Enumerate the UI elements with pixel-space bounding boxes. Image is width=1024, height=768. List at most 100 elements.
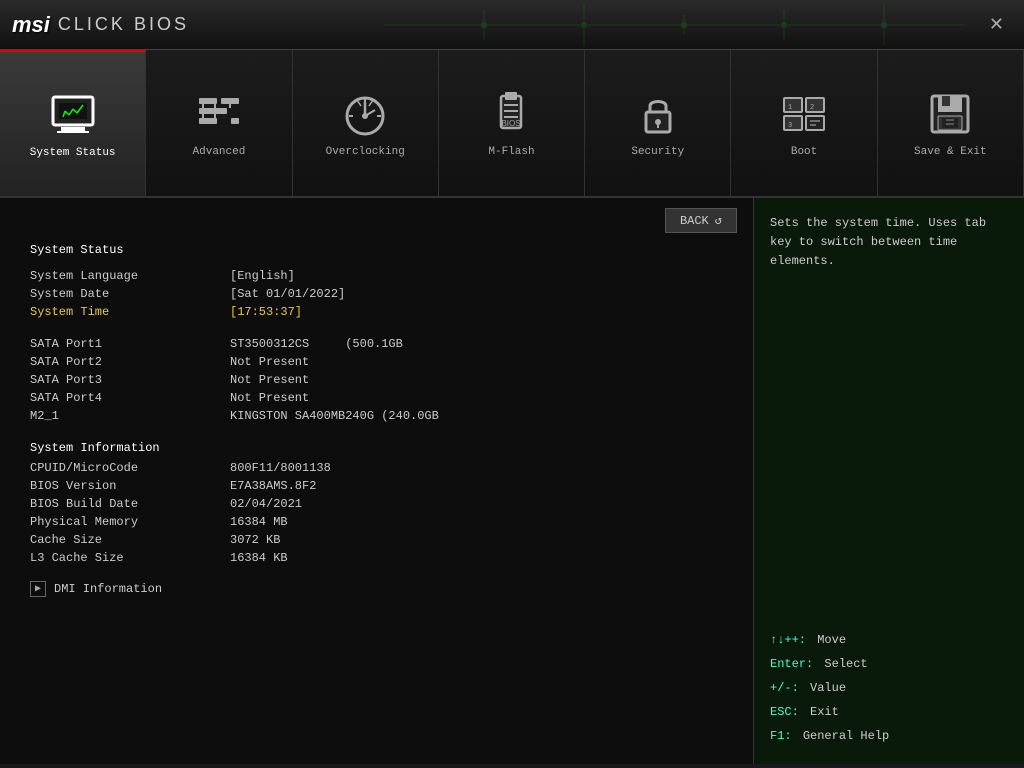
back-button[interactable]: BACK ↺ xyxy=(665,208,737,233)
l3-cache-row: L3 Cache Size 16384 KB xyxy=(30,551,723,565)
sata-port4-row: SATA Port4 Not Present xyxy=(30,391,723,405)
key-value-key: +/-: xyxy=(770,676,799,700)
tab-mflash-label: M-Flash xyxy=(488,146,534,158)
key-hint-enter: Enter: Select xyxy=(770,652,1008,676)
key-enter-action: Select xyxy=(817,652,867,676)
section-title: System Status xyxy=(30,243,723,257)
back-arrow-icon: ↺ xyxy=(715,213,722,228)
titlebar-logo: msi CLICK BIOS xyxy=(12,12,189,38)
physical-memory-row: Physical Memory 16384 MB xyxy=(30,515,723,529)
security-icon xyxy=(632,88,684,140)
key-f1-action: General Help xyxy=(796,724,890,748)
sata-port4-label: SATA Port4 xyxy=(30,391,230,405)
system-language-value: [English] xyxy=(230,269,295,283)
navigation: System Status Advanced xyxy=(0,50,1024,198)
tab-save-exit[interactable]: Save & Exit xyxy=(878,50,1024,196)
sata-port2-row: SATA Port2 Not Present xyxy=(30,355,723,369)
tab-security[interactable]: Security xyxy=(585,50,731,196)
cpuid-label: CPUID/MicroCode xyxy=(30,461,230,475)
m2-1-value: KINGSTON SA400MB240G (240.0GB xyxy=(230,409,439,423)
sata-port3-row: SATA Port3 Not Present xyxy=(30,373,723,387)
key-value-action: Value xyxy=(803,676,846,700)
sata-port2-value: Not Present xyxy=(230,355,309,369)
system-time-row[interactable]: System Time [17:53:37] xyxy=(30,305,723,319)
system-info-title: System Information xyxy=(30,441,723,455)
tab-advanced[interactable]: Advanced xyxy=(146,50,292,196)
sata-port4-value: Not Present xyxy=(230,391,309,405)
right-panel: Sets the system time. Uses tab key to sw… xyxy=(754,198,1024,764)
system-date-value: [Sat 01/01/2022] xyxy=(230,287,345,301)
system-language-row: System Language [English] xyxy=(30,269,723,283)
bios-version-row: BIOS Version E7A38AMS.8F2 xyxy=(30,479,723,493)
physical-memory-label: Physical Memory xyxy=(30,515,230,529)
svg-text:BIOS: BIOS xyxy=(502,119,521,128)
key-esc-key: ESC: xyxy=(770,700,799,724)
mflash-icon: BIOS xyxy=(485,88,537,140)
system-date-label: System Date xyxy=(30,287,230,301)
key-hint-move: ↑↓++: Move xyxy=(770,628,1008,652)
dmi-row[interactable]: ▶ DMI Information xyxy=(30,581,723,597)
l3-cache-value: 16384 KB xyxy=(230,551,288,565)
cache-size-label: Cache Size xyxy=(30,533,230,547)
tab-system-status-label: System Status xyxy=(30,147,116,159)
system-status-content: System Status System Language [English] … xyxy=(0,243,753,607)
key-hint-f1: F1: General Help xyxy=(770,724,1008,748)
key-hint-esc: ESC: Exit xyxy=(770,700,1008,724)
svg-text:2: 2 xyxy=(810,104,814,112)
system-time-label: System Time xyxy=(30,305,230,319)
system-date-row: System Date [Sat 01/01/2022] xyxy=(30,287,723,301)
close-button[interactable]: ✕ xyxy=(981,10,1012,39)
tab-security-label: Security xyxy=(631,146,684,158)
dmi-arrow-icon: ▶ xyxy=(30,581,46,597)
l3-cache-label: L3 Cache Size xyxy=(30,551,230,565)
save-exit-icon xyxy=(924,88,976,140)
key-move-key: ↑↓++: xyxy=(770,628,806,652)
back-label: BACK xyxy=(680,214,709,228)
system-language-label: System Language xyxy=(30,269,230,283)
tab-save-exit-label: Save & Exit xyxy=(914,146,987,158)
system-time-value[interactable]: [17:53:37] xyxy=(230,305,302,319)
main-area: BACK ↺ System Status System Language [En… xyxy=(0,198,1024,764)
key-f1-key: F1: xyxy=(770,724,792,748)
key-move-action: Move xyxy=(810,628,846,652)
key-enter-key: Enter: xyxy=(770,652,813,676)
tab-boot-label: Boot xyxy=(791,146,817,158)
bios-date-label: BIOS Build Date xyxy=(30,497,230,511)
svg-text:3: 3 xyxy=(788,122,792,130)
m2-1-label: M2_1 xyxy=(30,409,230,423)
help-text: Sets the system time. Uses tab key to sw… xyxy=(770,214,1008,272)
tab-system-status[interactable]: System Status xyxy=(0,50,146,196)
sata-port1-label: SATA Port1 xyxy=(30,337,230,351)
bios-date-value: 02/04/2021 xyxy=(230,497,302,511)
key-hints: ↑↓++: Move Enter: Select +/-: Value ESC:… xyxy=(770,628,1008,748)
back-bar: BACK ↺ xyxy=(0,198,753,243)
cache-size-value: 3072 KB xyxy=(230,533,280,547)
advanced-icon xyxy=(193,88,245,140)
tab-mflash[interactable]: BIOS M-Flash xyxy=(439,50,585,196)
msi-logo: msi xyxy=(12,12,50,38)
click-bios-text: CLICK BIOS xyxy=(58,14,189,35)
tab-overclocking[interactable]: Overclocking xyxy=(293,50,439,196)
monitor-icon xyxy=(47,89,99,141)
titlebar: msi CLICK BIOS ✕ xyxy=(0,0,1024,50)
circuit-decoration xyxy=(384,0,984,50)
sata-port3-label: SATA Port3 xyxy=(30,373,230,387)
physical-memory-value: 16384 MB xyxy=(230,515,288,529)
cache-size-row: Cache Size 3072 KB xyxy=(30,533,723,547)
bios-date-row: BIOS Build Date 02/04/2021 xyxy=(30,497,723,511)
sata-port1-row: SATA Port1 ST3500312CS (500.1GB xyxy=(30,337,723,351)
cpuid-row: CPUID/MicroCode 800F11/8001138 xyxy=(30,461,723,475)
dmi-label: DMI Information xyxy=(54,582,162,596)
bios-version-value: E7A38AMS.8F2 xyxy=(230,479,316,493)
tab-boot[interactable]: 1 2 3 Boot xyxy=(731,50,877,196)
overclocking-icon xyxy=(339,88,391,140)
tab-advanced-label: Advanced xyxy=(193,146,246,158)
sata-port3-value: Not Present xyxy=(230,373,309,387)
key-esc-action: Exit xyxy=(803,700,839,724)
svg-text:1: 1 xyxy=(788,104,792,112)
key-hint-value: +/-: Value xyxy=(770,676,1008,700)
sata-port1-value: ST3500312CS (500.1GB xyxy=(230,337,403,351)
sata-port2-label: SATA Port2 xyxy=(30,355,230,369)
boot-icon: 1 2 3 xyxy=(778,88,830,140)
bios-version-label: BIOS Version xyxy=(30,479,230,493)
